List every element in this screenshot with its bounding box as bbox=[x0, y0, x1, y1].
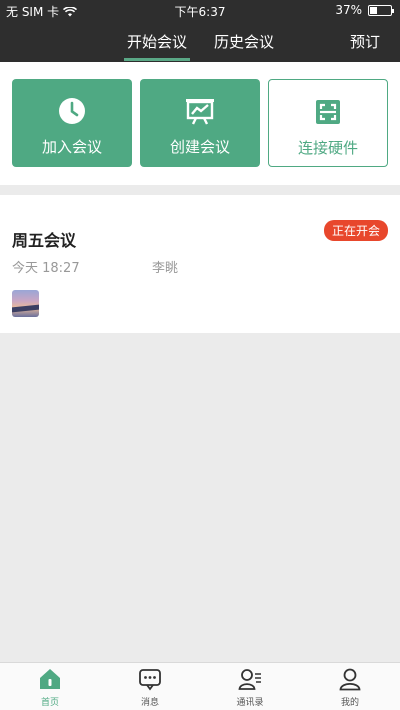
create-meeting-label: 创建会议 bbox=[169, 138, 230, 156]
bottom-tab-bar: 首页 消息 通讯录 我的 bbox=[0, 662, 400, 710]
join-meeting-button[interactable]: 加入会议 bbox=[12, 79, 132, 167]
bottom-tab-home[interactable]: 首页 bbox=[0, 667, 100, 708]
meeting-card[interactable]: 正在开会 周五会议 今天 18:27 李眺 bbox=[0, 195, 400, 333]
contacts-icon bbox=[238, 669, 261, 690]
meeting-title: 周五会议 bbox=[12, 231, 77, 250]
bottom-tab-contacts[interactable]: 通讯录 bbox=[200, 667, 300, 708]
status-badge: 正在开会 bbox=[323, 220, 388, 241]
scan-icon bbox=[316, 100, 340, 124]
bottom-tab-contacts-label: 通讯录 bbox=[236, 698, 264, 708]
status-right: 37% bbox=[335, 3, 394, 17]
bottom-tab-profile-label: 我的 bbox=[340, 698, 359, 708]
meeting-time: 今天 18:27 bbox=[12, 261, 80, 276]
home-icon bbox=[40, 669, 60, 689]
action-panel: 加入会议 创建会议 连接硬件 bbox=[0, 62, 400, 185]
battery-icon bbox=[368, 4, 394, 16]
connect-hardware-label: 连接硬件 bbox=[297, 139, 358, 157]
bottom-tab-messages-label: 消息 bbox=[140, 698, 159, 708]
chat-icon bbox=[139, 669, 161, 691]
reserve-button[interactable]: 预订 bbox=[350, 31, 380, 52]
clock-icon bbox=[59, 98, 85, 124]
bottom-tab-profile[interactable]: 我的 bbox=[300, 667, 400, 708]
profile-icon bbox=[339, 668, 361, 691]
bottom-tab-home-label: 首页 bbox=[40, 698, 59, 708]
tab-start-meeting[interactable]: 开始会议 bbox=[127, 31, 187, 52]
create-meeting-button[interactable]: 创建会议 bbox=[140, 79, 260, 167]
battery-percent: 37% bbox=[335, 3, 362, 17]
presentation-chart-icon bbox=[186, 99, 214, 125]
bottom-tab-messages[interactable]: 消息 bbox=[100, 667, 200, 708]
top-nav: 开始会议 历史会议 预订 bbox=[0, 22, 400, 62]
status-bar: 无 SIM 卡 下午6:37 37% bbox=[0, 0, 400, 22]
join-meeting-label: 加入会议 bbox=[41, 138, 102, 156]
meeting-host: 李眺 bbox=[152, 261, 179, 276]
tab-history-meeting[interactable]: 历史会议 bbox=[214, 31, 274, 52]
battery-level bbox=[370, 6, 378, 14]
connect-hardware-button[interactable]: 连接硬件 bbox=[268, 79, 388, 167]
participant-avatar[interactable] bbox=[12, 290, 39, 317]
active-tab-indicator bbox=[124, 58, 190, 61]
